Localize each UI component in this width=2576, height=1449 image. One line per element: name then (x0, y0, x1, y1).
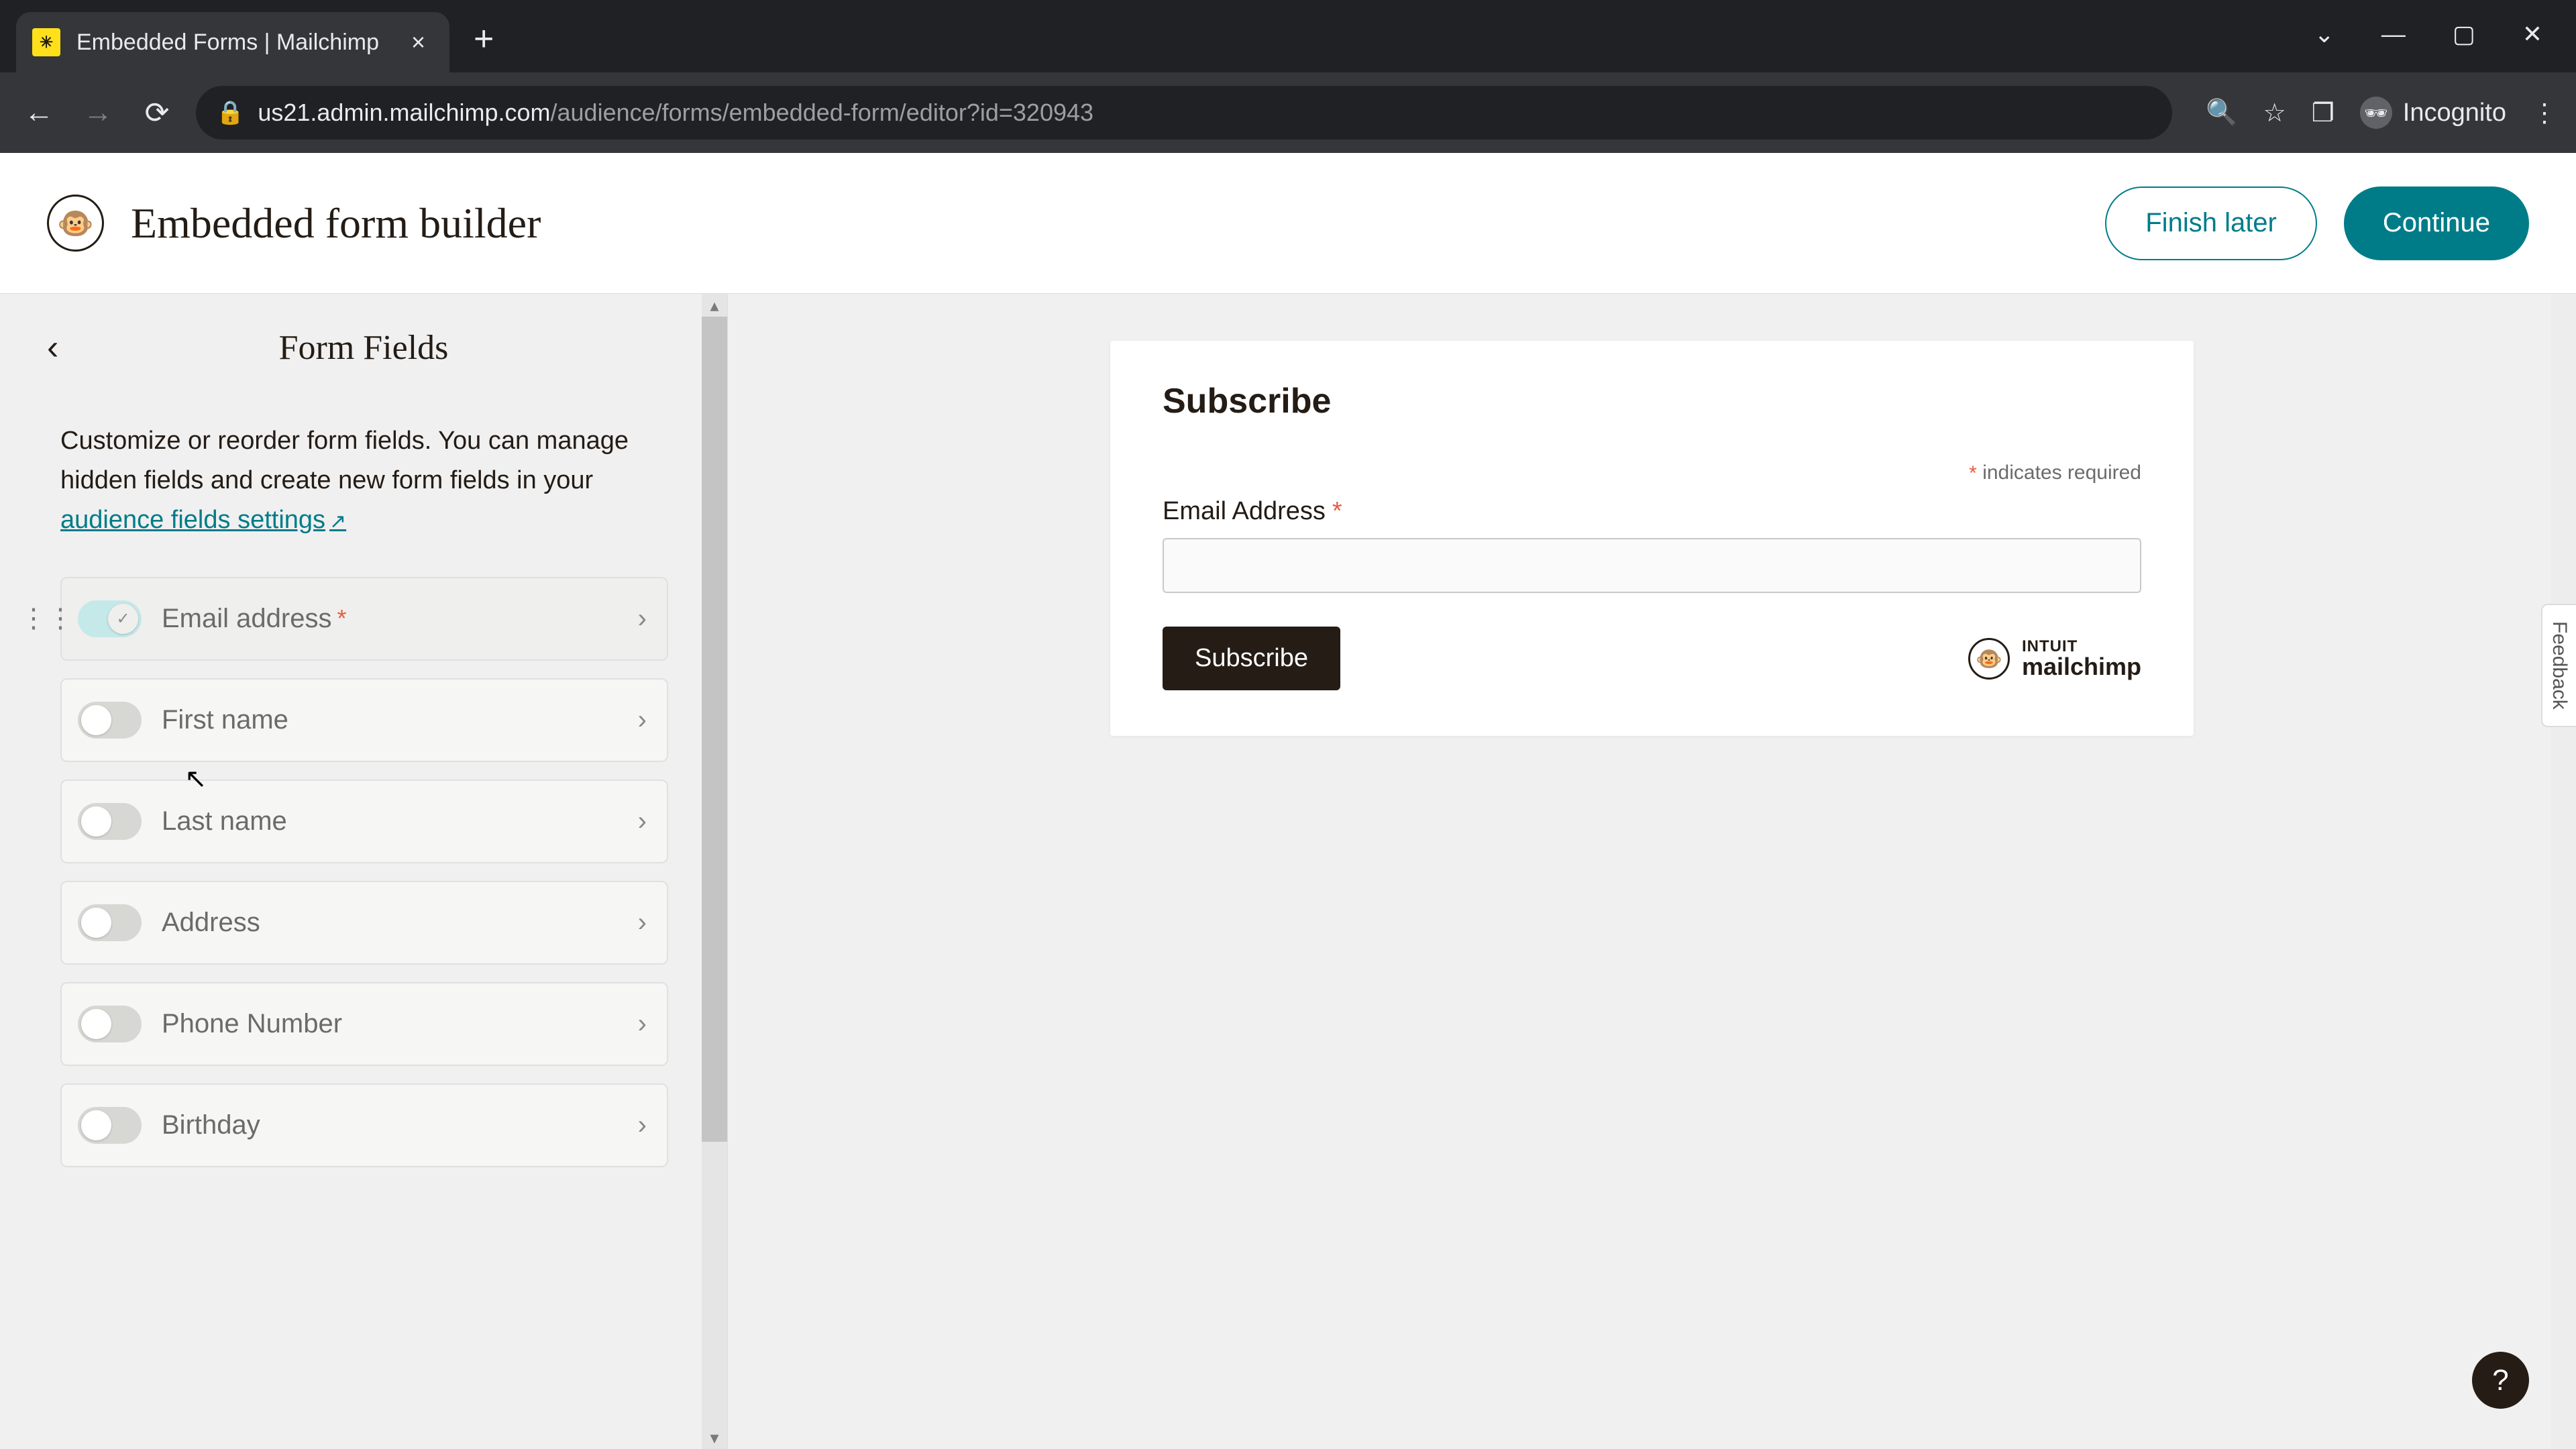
back-button[interactable]: ← (19, 93, 59, 133)
maximize-icon[interactable]: ▢ (2453, 20, 2475, 48)
asterisk-icon: * (1969, 462, 1977, 484)
field-toggle[interactable] (78, 1006, 142, 1042)
brand-line-1: INTUIT (2022, 639, 2141, 655)
email-address-label: Email Address* (1163, 497, 2141, 526)
mailchimp-favicon: ✳ (32, 28, 60, 56)
external-link-icon: ↗ (329, 511, 346, 533)
incognito-indicator[interactable]: 🕶 Incognito (2360, 97, 2506, 129)
field-label: First name (162, 705, 288, 735)
required-indicator-note: * indicates required (1163, 462, 2141, 485)
drag-handle-icon[interactable]: ⋮⋮ (20, 603, 74, 634)
sidebar-title: Form Fields (279, 328, 449, 368)
url-host: us21.admin.mailchimp.com (258, 99, 550, 126)
new-tab-button[interactable]: + (474, 19, 494, 59)
field-label: Birthday (162, 1110, 260, 1140)
brand-line-2: mailchimp (2022, 655, 2141, 679)
help-button[interactable]: ? (2472, 1352, 2529, 1409)
field-toggle[interactable] (78, 904, 142, 941)
form-preview-card: Subscribe * indicates required Email Add… (1110, 341, 2194, 736)
extensions-icon[interactable]: ❐ (2312, 98, 2334, 128)
form-preview-title: Subscribe (1163, 381, 2141, 421)
field-row[interactable]: Address › (60, 881, 668, 965)
mailchimp-logo: 🐵 (47, 195, 104, 252)
field-label: Email address (162, 604, 331, 634)
close-window-icon[interactable]: ✕ (2522, 20, 2542, 48)
sidebar-back-button[interactable]: ‹ (47, 327, 58, 368)
subscribe-button[interactable]: Subscribe (1163, 627, 1340, 690)
required-asterisk-icon: * (337, 604, 346, 633)
sidebar-scrollbar-track[interactable]: ▴ ▾ (702, 294, 727, 1449)
tab-search-icon[interactable]: ⌄ (2314, 20, 2334, 48)
finish-later-button[interactable]: Finish later (2105, 186, 2317, 260)
sidebar-description: Customize or reorder form fields. You ca… (60, 421, 667, 540)
url-path: /audience/forms/embedded-form/editor?id=… (551, 99, 1094, 126)
field-label: Address (162, 908, 260, 938)
mailchimp-brand-icon: 🐵 (1968, 638, 2010, 680)
canvas-scrollbar-track[interactable] (2551, 294, 2576, 1449)
field-toggle: ✓ (78, 600, 142, 637)
audience-fields-settings-link[interactable]: audience fields settings↗ (60, 506, 346, 534)
field-row-wrap: ⋮⋮Last name› (60, 780, 668, 863)
incognito-icon: 🕶 (2360, 97, 2392, 129)
field-row-wrap: ⋮⋮First name› (60, 678, 668, 762)
close-tab-icon[interactable]: × (411, 28, 425, 56)
page-title: Embedded form builder (131, 199, 541, 248)
field-row[interactable]: Birthday › (60, 1083, 668, 1167)
field-row-wrap: ⋮⋮Phone Number› (60, 982, 668, 1066)
address-bar[interactable]: 🔒 us21.admin.mailchimp.com/audience/form… (196, 86, 2172, 140)
field-row[interactable]: ✓ Email address* › (60, 577, 668, 661)
chevron-right-icon: › (638, 1110, 647, 1140)
sidebar-description-text: Customize or reorder form fields. You ca… (60, 427, 629, 494)
form-preview-canvas: Subscribe * indicates required Email Add… (728, 294, 2576, 1449)
lock-icon: 🔒 (216, 99, 244, 126)
window-controls: ⌄ ― ▢ ✕ (2314, 20, 2576, 72)
field-row-wrap: ⋮⋮✓Email address*› (60, 577, 668, 661)
scroll-up-icon[interactable]: ▴ (702, 294, 727, 317)
field-toggle[interactable] (78, 702, 142, 739)
field-row-wrap: ⋮⋮Address› (60, 881, 668, 965)
bookmark-icon[interactable]: ☆ (2263, 98, 2286, 128)
field-toggle[interactable] (78, 1107, 142, 1144)
app-header: 🐵 Embedded form builder Finish later Con… (0, 153, 2576, 294)
chevron-right-icon: › (638, 908, 647, 938)
incognito-label: Incognito (2403, 99, 2506, 127)
form-fields-sidebar: ‹ Form Fields Customize or reorder form … (0, 294, 728, 1449)
mailchimp-branding[interactable]: 🐵 INTUIT mailchimp (1968, 638, 2141, 680)
scroll-down-icon[interactable]: ▾ (702, 1426, 727, 1449)
browser-tab[interactable]: ✳ Embedded Forms | Mailchimp × (16, 12, 449, 72)
minimize-icon[interactable]: ― (2381, 20, 2406, 48)
reload-button[interactable]: ⟳ (137, 93, 177, 133)
chevron-right-icon: › (638, 1009, 647, 1039)
tab-title: Embedded Forms | Mailchimp (76, 30, 379, 56)
browser-tab-strip: ✳ Embedded Forms | Mailchimp × + ⌄ ― ▢ ✕ (0, 0, 2576, 72)
search-icon[interactable]: 🔍 (2206, 98, 2237, 127)
chevron-right-icon: › (638, 806, 647, 837)
chevron-right-icon: › (638, 604, 647, 634)
sidebar-scrollbar-thumb[interactable] (702, 317, 727, 1142)
feedback-tab[interactable]: Feedback (2541, 604, 2576, 727)
browser-toolbar: ← → ⟳ 🔒 us21.admin.mailchimp.com/audienc… (0, 72, 2576, 153)
field-label: Last name (162, 806, 287, 837)
url-text: us21.admin.mailchimp.com/audience/forms/… (258, 99, 1093, 127)
field-row[interactable]: First name › (60, 678, 668, 762)
chevron-right-icon: › (638, 705, 647, 735)
forward-button[interactable]: → (78, 93, 118, 133)
field-row[interactable]: Last name › (60, 780, 668, 863)
field-row[interactable]: Phone Number › (60, 982, 668, 1066)
field-row-wrap: ⋮⋮Birthday› (60, 1083, 668, 1167)
field-toggle[interactable] (78, 803, 142, 840)
field-label: Phone Number (162, 1009, 342, 1039)
email-address-input[interactable] (1163, 538, 2141, 593)
kebab-menu-icon[interactable]: ⋮ (2532, 98, 2557, 128)
continue-button[interactable]: Continue (2344, 186, 2529, 260)
